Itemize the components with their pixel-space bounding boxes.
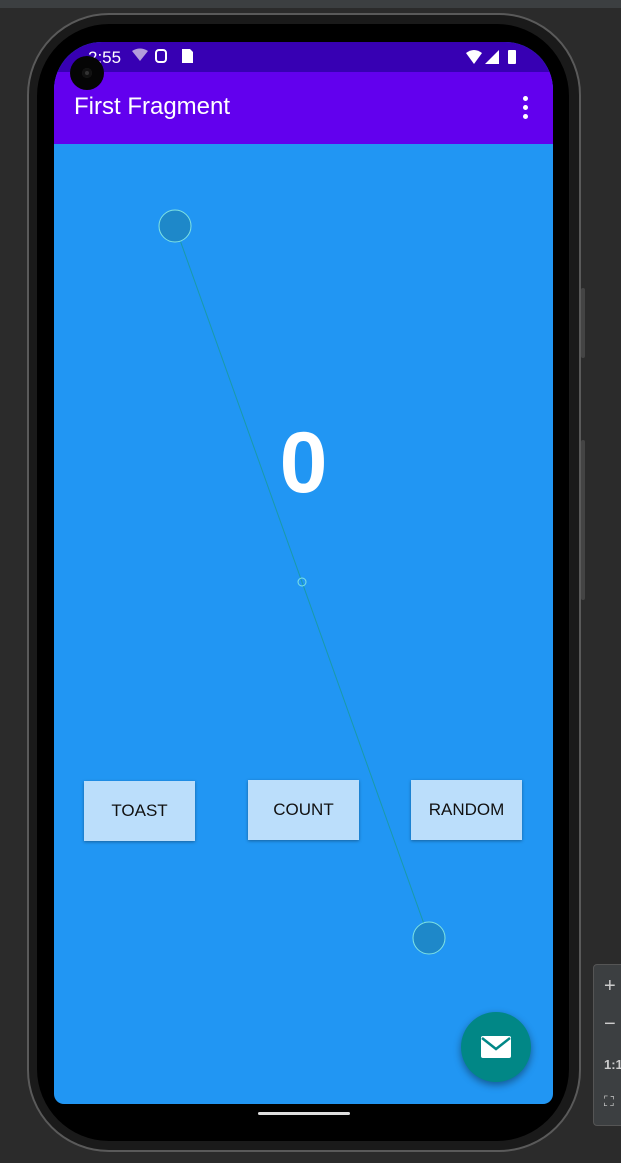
- camera-icon: [70, 56, 104, 90]
- count-button[interactable]: COUNT: [248, 780, 359, 840]
- count-textview: 0: [279, 415, 328, 511]
- constraint-overlay: [158, 209, 446, 955]
- ide-top-strip: [0, 0, 621, 8]
- actual-size-button[interactable]: 1:1: [604, 1057, 621, 1072]
- overflow-menu-icon[interactable]: [523, 96, 529, 120]
- email-icon: [481, 1036, 511, 1058]
- gesture-nav-bar[interactable]: [258, 1112, 350, 1115]
- zoom-in-button[interactable]: +: [604, 975, 616, 998]
- status-bar: 2:55: [54, 42, 553, 72]
- email-fab[interactable]: [461, 1012, 531, 1082]
- volume-button: [581, 440, 585, 600]
- random-button[interactable]: RANDOM: [411, 780, 522, 840]
- zoom-out-button[interactable]: −: [604, 1013, 616, 1036]
- constraint-handle-top[interactable]: [158, 209, 192, 243]
- toast-button[interactable]: TOAST: [84, 781, 195, 841]
- fit-screen-icon[interactable]: ⛶: [604, 1093, 614, 1110]
- status-notification-icons: [130, 47, 200, 69]
- status-system-icons: [465, 48, 523, 71]
- fragment-content: 0 TOAST COUNT RANDOM: [54, 144, 553, 1104]
- device-screen: 2:55 First Fragment 0 TOAST COUNT RANDOM: [54, 42, 553, 1104]
- app-bar: First Fragment: [54, 72, 553, 144]
- power-button: [581, 288, 585, 358]
- zoom-controls: + − 1:1 ⛶: [593, 964, 621, 1126]
- constraint-handle-bottom[interactable]: [412, 921, 446, 955]
- page-title: First Fragment: [74, 93, 231, 120]
